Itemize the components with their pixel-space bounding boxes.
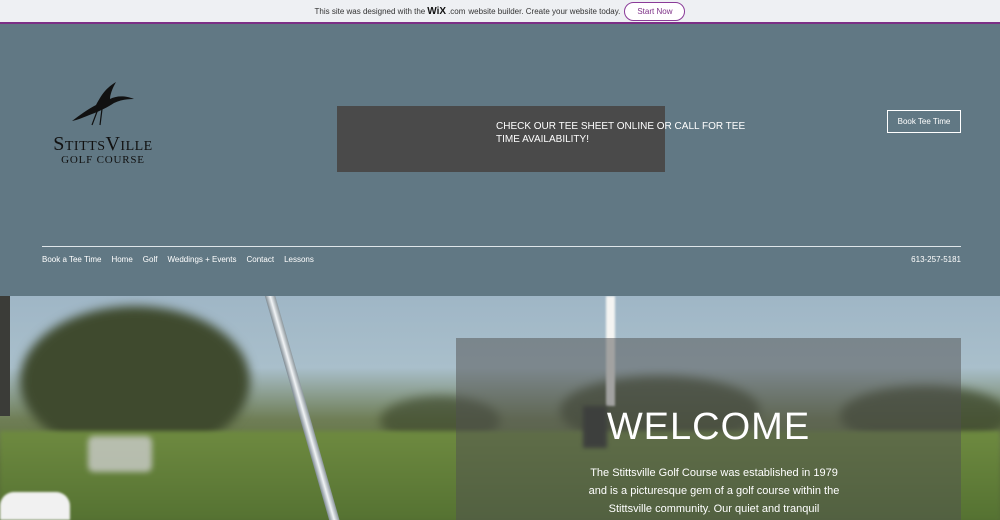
nav-item-golf[interactable]: Golf — [143, 255, 158, 264]
book-tee-time-button[interactable]: Book Tee Time — [887, 110, 961, 133]
welcome-title: WELCOME — [606, 406, 811, 448]
start-now-button[interactable]: Start Now — [624, 1, 686, 21]
welcome-panel: WELCOME The Stittsville Golf Course was … — [456, 338, 961, 520]
wix-promo-banner: This site was designed with the WiX .com … — [0, 0, 1000, 24]
banner-text-before: This site was designed with the — [314, 6, 426, 16]
tee-sheet-notice: CHECK OUR TEE SHEET ONLINE OR CALL FOR T… — [496, 121, 746, 145]
hero-section: WELCOME The Stittsville Golf Course was … — [0, 296, 1000, 520]
nav-item-contact[interactable]: Contact — [246, 255, 274, 264]
golf-shoe — [0, 492, 70, 520]
site-logo[interactable]: StittsVille GOLF COURSE — [42, 81, 164, 171]
wix-logo: WiX — [427, 5, 447, 17]
welcome-body: The Stittsville Golf Course was establis… — [588, 467, 840, 515]
nav-item-home[interactable]: Home — [111, 255, 132, 264]
wix-dotcom: .com — [448, 6, 466, 16]
main-nav: Book a Tee Time Home Golf Weddings + Eve… — [42, 255, 314, 264]
site-header: StittsVille GOLF COURSE CHECK OUR TEE SH… — [0, 26, 1000, 296]
golf-cart — [88, 436, 152, 472]
nav-item-lessons[interactable]: Lessons — [284, 255, 314, 264]
nav-item-book-tee-time[interactable]: Book a Tee Time — [42, 255, 101, 264]
nav-divider — [42, 246, 961, 247]
logo-title: StittsVille — [53, 133, 153, 155]
phone-number[interactable]: 613-257-5181 — [911, 255, 961, 264]
logo-subtitle: GOLF COURSE — [61, 154, 145, 166]
heron-icon — [72, 82, 134, 126]
nav-item-weddings-events[interactable]: Weddings + Events — [167, 255, 236, 264]
golfer-leg — [0, 296, 10, 416]
banner-text-after: website builder. Create your website tod… — [468, 6, 621, 16]
